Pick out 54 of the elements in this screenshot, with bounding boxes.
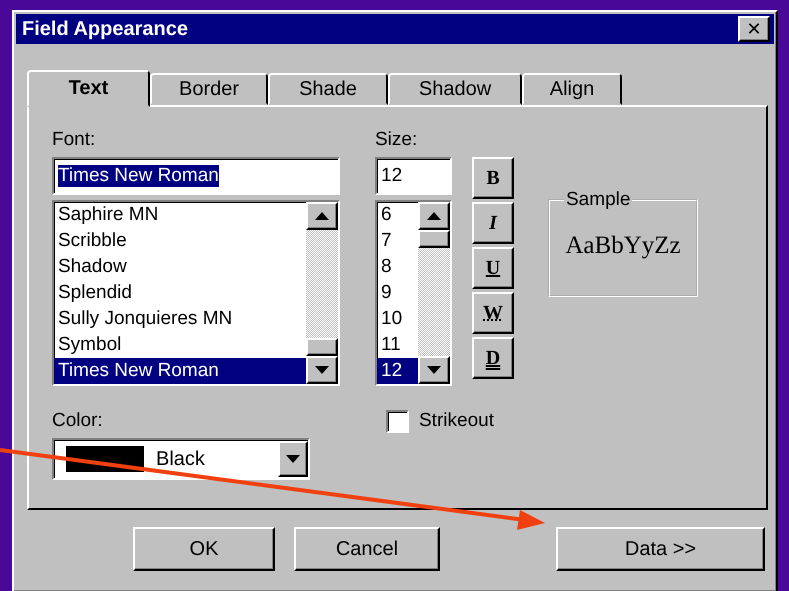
tab[interactable]: Border: [150, 73, 268, 105]
list-item[interactable]: Sully Jonquieres MN: [54, 306, 306, 332]
close-button[interactable]: ✕: [738, 16, 770, 42]
size-value: 12: [381, 165, 402, 187]
list-item[interactable]: Symbol: [54, 332, 306, 358]
down-arrow-icon: [286, 455, 300, 463]
up-arrow-icon: [427, 212, 441, 220]
list-item[interactable]: 8: [377, 254, 418, 280]
color-label: Color:: [52, 409, 104, 433]
style-button[interactable]: D: [472, 337, 514, 379]
list-item[interactable]: Splendid: [54, 280, 306, 306]
scroll-thumb[interactable]: [418, 230, 450, 248]
list-item[interactable]: Scribble: [54, 228, 306, 254]
list-item[interactable]: 11: [377, 332, 418, 358]
down-arrow-icon: [427, 366, 441, 374]
color-dropdown[interactable]: Black: [52, 438, 310, 480]
tab[interactable]: Shade: [268, 73, 388, 105]
ok-button[interactable]: OK: [133, 527, 275, 571]
size-field[interactable]: 12: [375, 157, 452, 195]
size-label: Size:: [375, 128, 418, 152]
style-button[interactable]: W: [472, 292, 514, 334]
list-item[interactable]: 7: [377, 228, 418, 254]
style-button[interactable]: U: [472, 247, 514, 289]
scroll-down-button[interactable]: [418, 356, 450, 384]
list-item[interactable]: 6: [377, 202, 418, 228]
scroll-up-button[interactable]: [418, 202, 450, 230]
tab[interactable]: Shadow: [388, 73, 522, 105]
tab[interactable]: Align: [522, 73, 622, 105]
tab[interactable]: Text: [27, 70, 150, 107]
list-item[interactable]: 12: [377, 358, 418, 384]
size-list[interactable]: 6 7 8 9 10 11 12: [375, 200, 452, 386]
font-value: Times New Roman: [58, 165, 219, 187]
sample-text: AaBbYyZz: [565, 232, 681, 260]
up-arrow-icon: [315, 212, 329, 220]
style-button[interactable]: B: [472, 157, 514, 199]
list-item[interactable]: 10: [377, 306, 418, 332]
font-list[interactable]: Saphire MN Scribble Shadow Splendid Sully Jonquieres MN Symbol Times New Roman: [52, 200, 340, 386]
strikeout-checkbox[interactable]: Strikeout: [386, 408, 494, 434]
list-item[interactable]: Saphire MN: [54, 202, 306, 228]
data-button[interactable]: Data >>: [556, 527, 765, 571]
dropdown-button[interactable]: [278, 441, 308, 477]
down-arrow-icon: [315, 366, 329, 374]
list-item[interactable]: Shadow: [54, 254, 306, 280]
scroll-down-button[interactable]: [306, 356, 338, 384]
scroll-up-button[interactable]: [306, 202, 338, 230]
window-title: Field Appearance: [22, 18, 188, 40]
font-label: Font:: [52, 128, 96, 152]
style-button[interactable]: I: [472, 202, 514, 244]
list-item[interactable]: 9: [377, 280, 418, 306]
list-item[interactable]: Times New Roman: [54, 358, 306, 384]
cancel-button[interactable]: Cancel: [294, 527, 440, 571]
sample-label: Sample: [565, 189, 632, 211]
font-field[interactable]: Times New Roman: [52, 157, 340, 195]
scroll-thumb[interactable]: [306, 338, 338, 356]
